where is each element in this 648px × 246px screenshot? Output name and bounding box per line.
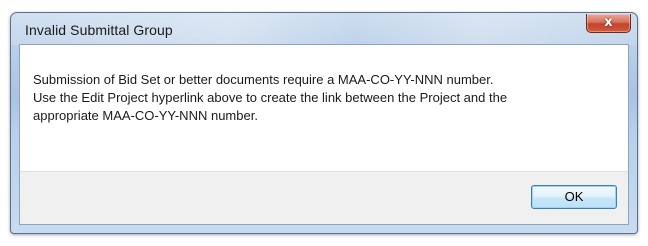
dialog-window: Invalid Submittal Group x Submission of …	[10, 12, 638, 234]
message-line: Submission of Bid Set or better document…	[33, 72, 494, 87]
title-bar[interactable]: Invalid Submittal Group x	[11, 13, 637, 45]
message-text: Submission of Bid Set or better document…	[33, 71, 618, 125]
message-line: appropriate MAA-CO-YY-NNN number.	[33, 108, 258, 123]
message-line: Use the Edit Project hyperlink above to …	[33, 90, 508, 105]
close-button[interactable]: x	[586, 14, 631, 33]
ok-button[interactable]: OK	[531, 185, 617, 209]
dialog-title: Invalid Submittal Group	[25, 22, 173, 38]
button-bar: OK	[20, 171, 628, 224]
close-icon: x	[604, 15, 613, 30]
dialog-content: Submission of Bid Set or better document…	[19, 44, 629, 225]
